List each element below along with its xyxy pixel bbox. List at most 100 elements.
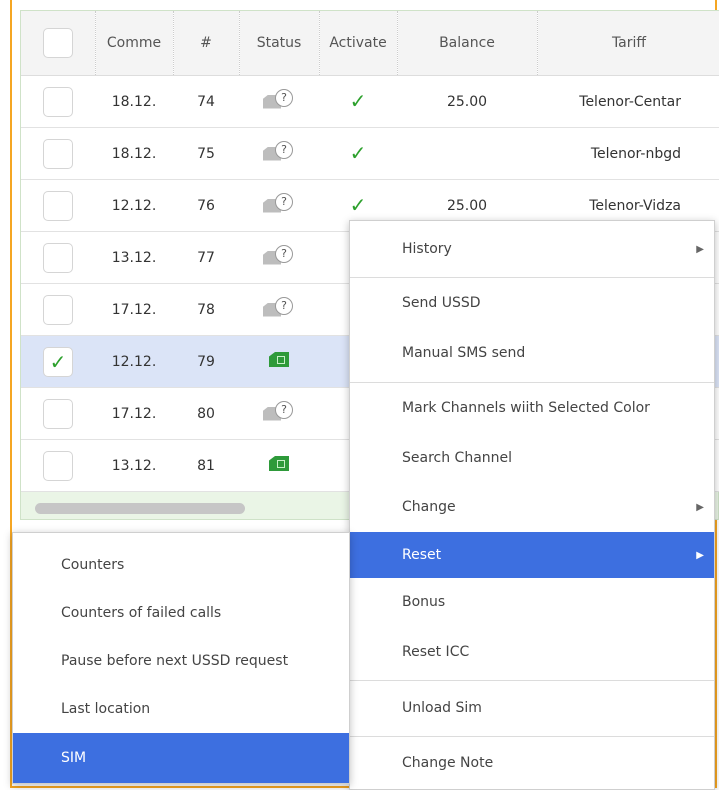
menu-item-reset[interactable]: Reset ▶ [350, 532, 714, 578]
status-cell: ? [239, 387, 319, 440]
menu-item-label: Change Note [402, 755, 494, 771]
select-all-header [21, 11, 96, 76]
number-cell: 81 [173, 439, 239, 492]
table-row[interactable]: 18.12. 74? ✓ 25.00 Telenor-Centar [21, 75, 719, 128]
checkmark-icon: ✓ [349, 193, 367, 217]
column-header-balance[interactable]: Balance [397, 11, 538, 76]
menu-item-label: Last location [61, 701, 151, 717]
row-checkbox-cell [21, 283, 95, 336]
number-cell: 77 [173, 231, 239, 284]
status-cell [239, 439, 319, 492]
status-cell: ? [239, 75, 319, 128]
status-cell: ? [239, 283, 319, 336]
menu-item-history[interactable]: History ▶ [350, 221, 714, 277]
tariff-cell: Telenor-nbgd [537, 127, 719, 180]
number-cell: 80 [173, 387, 239, 440]
status-cell: ? [239, 127, 319, 180]
menu-item-label: Send USSD [402, 295, 481, 311]
horizontal-scrollbar[interactable] [35, 503, 245, 514]
row-checkbox[interactable] [43, 242, 73, 273]
comment-cell: 17.12. [95, 387, 173, 440]
status-cell: ? [239, 179, 319, 232]
row-checkbox[interactable] [43, 190, 73, 221]
menu-item-label: Search Channel [402, 450, 513, 466]
row-checkbox-cell [21, 387, 95, 440]
sim-card-unknown-icon: ? [263, 88, 295, 111]
column-header-number[interactable]: # [173, 11, 240, 76]
column-header-status[interactable]: Status [239, 11, 320, 76]
menu-item-mark-channels[interactable]: Mark Channels wiith Selected Color [350, 383, 714, 433]
menu-item-label: Unload Sim [402, 700, 482, 716]
row-checkbox-cell [21, 179, 95, 232]
comment-cell: 18.12. [95, 127, 173, 180]
menu-item-send-ussd[interactable]: Send USSD [350, 278, 714, 328]
submenu-item-last-location[interactable]: Last location [13, 685, 349, 733]
balance-cell: 25.00 [397, 75, 537, 128]
comment-cell: 17.12. [95, 283, 173, 336]
submenu-item-counters[interactable]: Counters [13, 541, 349, 589]
menu-item-label: Change [402, 499, 456, 515]
row-checkbox-cell [21, 231, 95, 284]
activated-cell: ✓ [319, 127, 397, 180]
row-checkbox-cell [21, 439, 95, 492]
table-header-row: Comme # Status Activate Balance Tariff [21, 11, 719, 76]
row-checkbox-cell [21, 127, 95, 180]
menu-item-label: History [402, 241, 452, 257]
comment-cell: 13.12. [95, 231, 173, 284]
number-cell: 74 [173, 75, 239, 128]
submenu-item-failed-calls[interactable]: Counters of failed calls [13, 589, 349, 637]
menu-item-label: Manual SMS send [402, 345, 526, 361]
submenu-item-pause-ussd[interactable]: Pause before next USSD request [13, 637, 349, 685]
sim-card-unknown-icon: ? [263, 244, 295, 267]
row-checkbox[interactable] [43, 450, 73, 481]
menu-item-label: Mark Channels wiith Selected Color [402, 400, 650, 416]
row-checkbox-cell: ✓ [21, 335, 95, 388]
submenu-arrow-icon: ▶ [696, 549, 704, 561]
checkmark-icon: ✓ [349, 89, 367, 113]
menu-item-label: Bonus [402, 594, 446, 610]
menu-item-change-note[interactable]: Change Note [350, 737, 714, 789]
row-checkbox[interactable] [43, 86, 73, 117]
menu-item-change[interactable]: Change ▶ [350, 483, 714, 531]
submenu-arrow-icon: ▶ [696, 243, 704, 255]
menu-item-reset-icc[interactable]: Reset ICC [350, 626, 714, 678]
sim-card-unknown-icon: ? [263, 140, 295, 163]
menu-item-unload-sim[interactable]: Unload Sim [350, 681, 714, 735]
sim-card-unknown-icon: ? [263, 296, 295, 319]
select-all-checkbox[interactable] [42, 28, 73, 58]
submenu-arrow-icon: ▶ [696, 501, 704, 513]
tariff-cell: Telenor-Centar [537, 75, 719, 128]
sim-card-unknown-icon: ? [263, 400, 295, 423]
sim-card-active-icon [269, 456, 289, 471]
menu-item-label: Counters [61, 557, 125, 573]
menu-item-label: Reset ICC [402, 644, 470, 660]
activated-cell: ✓ [319, 75, 397, 128]
context-menu: History ▶ Send USSD Manual SMS send Mark … [349, 220, 715, 790]
menu-item-label: SIM [61, 750, 87, 766]
row-checkbox-cell [21, 75, 95, 128]
menu-item-bonus[interactable]: Bonus [350, 578, 714, 626]
number-cell: 76 [173, 179, 239, 232]
column-header-activated[interactable]: Activate [319, 11, 398, 76]
checkmark-icon: ✓ [349, 141, 367, 165]
checkmark-icon: ✓ [49, 349, 67, 374]
row-checkbox[interactable] [43, 294, 73, 325]
table-row[interactable]: 18.12. 75? ✓ Telenor-nbgd [21, 127, 719, 180]
menu-item-label: Pause before next USSD request [61, 653, 289, 669]
menu-item-search-channel[interactable]: Search Channel [350, 433, 714, 483]
row-checkbox[interactable] [43, 138, 73, 169]
column-header-tariff[interactable]: Tariff [537, 11, 719, 76]
column-header-comment[interactable]: Comme [95, 11, 174, 76]
menu-item-label: Reset [402, 547, 442, 563]
comment-cell: 13.12. [95, 439, 173, 492]
sim-card-active-icon [269, 352, 289, 367]
status-cell: ? [239, 231, 319, 284]
number-cell: 75 [173, 127, 239, 180]
row-checkbox[interactable]: ✓ [43, 346, 73, 377]
submenu-item-sim[interactable]: SIM [13, 733, 349, 783]
balance-cell [397, 127, 537, 180]
row-checkbox[interactable] [43, 398, 73, 429]
number-cell: 79 [173, 335, 239, 388]
menu-item-manual-sms[interactable]: Manual SMS send [350, 328, 714, 378]
comment-cell: 12.12. [95, 179, 173, 232]
